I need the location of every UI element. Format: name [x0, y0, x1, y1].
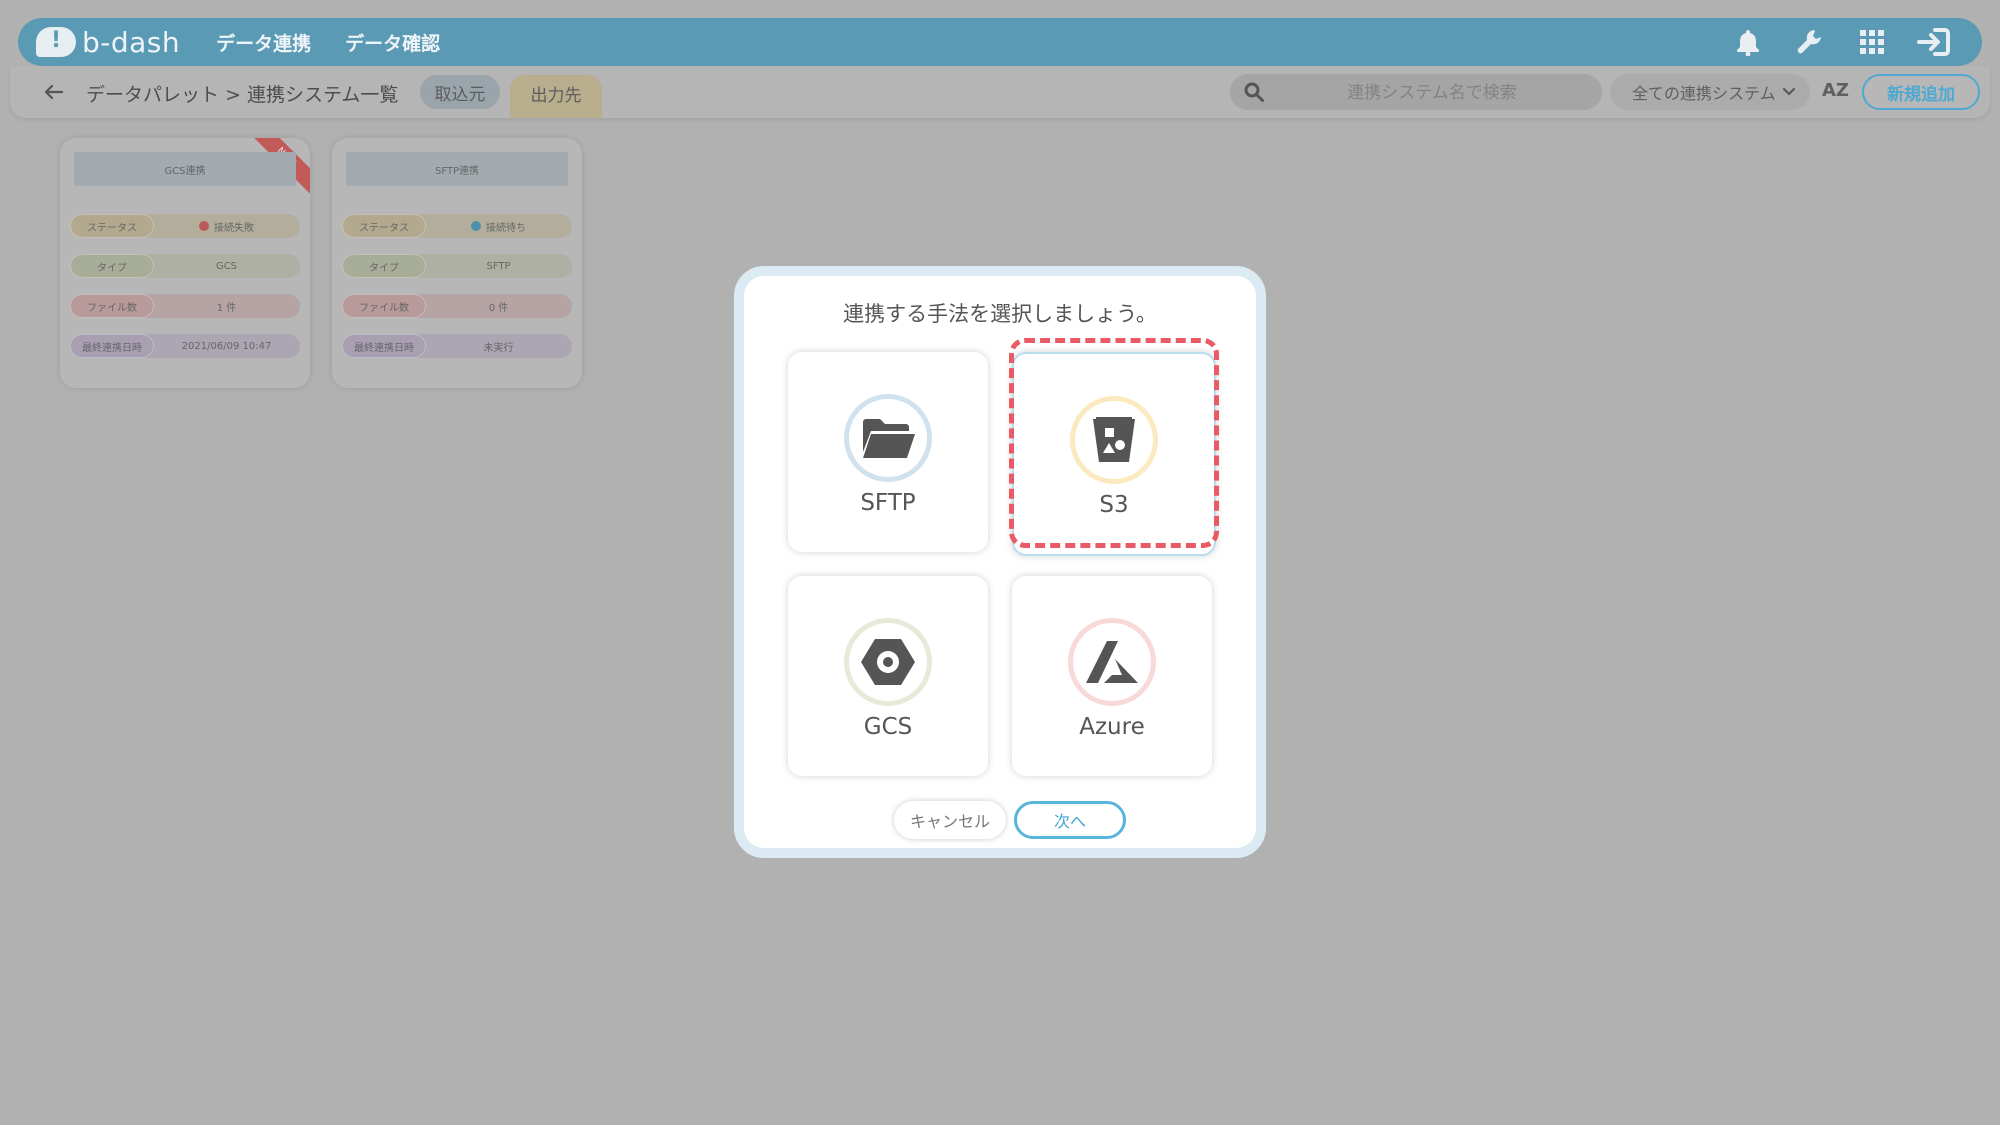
sub-toolbar: データパレット > 連携システム一覧 取込元 出力先 全ての連携システム AZ …	[10, 66, 1990, 118]
row-key: ファイル数	[343, 295, 425, 317]
top-navigation-bar: b-dash データ連携 データ確認	[18, 18, 1982, 66]
row-value: 2021/06/09 10:47	[181, 340, 272, 352]
option-label: SFTP	[860, 490, 916, 516]
card-row-last-sync: 最終連携日時 未実行	[342, 334, 572, 358]
card-title: GCS連携	[74, 152, 296, 186]
card-row-last-sync: 最終連携日時 2021/06/09 10:47	[70, 334, 300, 358]
tab-output-destination[interactable]: 出力先	[510, 75, 602, 118]
card-row-files: ファイル数 1 件	[70, 294, 300, 318]
option-label: Azure	[1079, 714, 1145, 740]
system-filter-select[interactable]: 全ての連携システム	[1610, 74, 1810, 110]
app-root: b-dash データ連携 データ確認 データパレット > 連携システム一覧	[0, 0, 2000, 1125]
option-label: S3	[1099, 492, 1129, 518]
search-icon	[1244, 82, 1264, 106]
sort-az-button[interactable]: AZ	[1822, 80, 1849, 101]
option-sftp[interactable]: SFTP	[788, 352, 988, 552]
card-row-files: ファイル数 0 件	[342, 294, 572, 318]
card-row-type: タイプ SFTP	[342, 254, 572, 278]
row-value: 接続待ち	[425, 219, 572, 234]
row-value: SFTP	[486, 260, 511, 272]
row-key: ステータス	[343, 215, 425, 237]
main-nav: データ連携 データ確認	[216, 29, 474, 56]
system-filter-value: 全ての連携システム	[1632, 84, 1776, 103]
integration-card[interactable]: SFTP連携 ステータス 接続待ち タイプ SFTP ファイル数 0 件 最終連…	[332, 138, 582, 388]
azure-icon	[1068, 618, 1156, 706]
error-status-icon	[199, 221, 209, 231]
row-key: タイプ	[343, 255, 425, 277]
next-button[interactable]: 次へ	[1014, 801, 1126, 839]
card-row-status: ステータス 接続待ち	[342, 214, 572, 238]
row-value: 1 件	[216, 302, 237, 314]
option-s3[interactable]: S3	[1012, 352, 1216, 556]
folder-open-icon	[844, 394, 932, 482]
row-key: タイプ	[71, 255, 153, 277]
status-text: 接続待ち	[486, 222, 526, 234]
wrench-icon[interactable]	[1790, 22, 1830, 62]
sign-in-icon[interactable]	[1914, 22, 1954, 62]
card-row-type: タイプ GCS	[70, 254, 300, 278]
add-new-button[interactable]: 新規追加	[1862, 74, 1980, 110]
cancel-button[interactable]: キャンセル	[894, 801, 1006, 839]
nav-item-data-check[interactable]: データ確認	[345, 29, 440, 56]
status-text: 接続失敗	[214, 222, 254, 234]
chevron-down-icon	[1782, 83, 1796, 105]
search-box	[1230, 74, 1602, 110]
hexagon-icon	[844, 618, 932, 706]
integration-card[interactable]: NEW GCS連携 ステータス 接続失敗 タイプ GCS ファイル数 1 件 最…	[60, 138, 310, 388]
nav-item-data-integration[interactable]: データ連携	[216, 29, 311, 56]
option-gcs[interactable]: GCS	[788, 576, 988, 776]
logo-text: b-dash	[82, 25, 181, 59]
card-title: SFTP連携	[346, 152, 568, 186]
card-row-status: ステータス 接続失敗	[70, 214, 300, 238]
row-key: ファイル数	[71, 295, 153, 317]
row-key: 最終連携日時	[71, 335, 153, 357]
back-arrow-icon[interactable]	[40, 78, 68, 106]
logo-mark-icon	[36, 27, 76, 57]
tab-import-source[interactable]: 取込元	[420, 75, 500, 109]
bucket-icon	[1070, 396, 1158, 484]
dialog-heading: 連携する手法を選択しましょう。	[843, 302, 1157, 326]
row-key: ステータス	[71, 215, 153, 237]
option-label: GCS	[863, 714, 913, 740]
search-input[interactable]	[1280, 78, 1584, 108]
bell-icon[interactable]	[1728, 22, 1768, 62]
option-azure[interactable]: Azure	[1012, 576, 1212, 776]
top-icons	[1706, 18, 1954, 66]
logo[interactable]: b-dash	[36, 18, 180, 66]
breadcrumb: データパレット > 連携システム一覧	[86, 84, 399, 106]
row-value: 接続失敗	[153, 219, 300, 234]
row-key: 最終連携日時	[343, 335, 425, 357]
method-select-dialog: 連携する手法を選択しましょう。 SFTP S3 GCS Azure キャンセル …	[734, 266, 1266, 858]
grid-icon[interactable]	[1852, 22, 1892, 62]
row-value: GCS	[215, 260, 238, 272]
waiting-status-icon	[471, 221, 481, 231]
row-value: 未実行	[483, 342, 514, 354]
row-value: 0 件	[488, 302, 509, 314]
